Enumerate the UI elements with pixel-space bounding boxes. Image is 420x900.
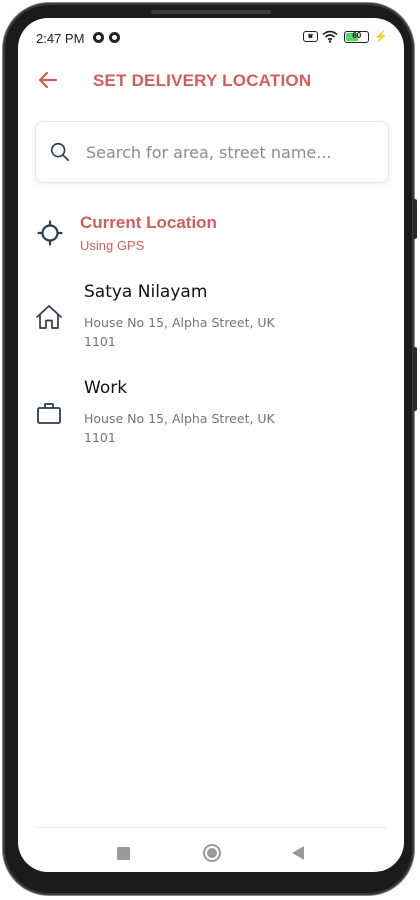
- current-location-option[interactable]: Current Location Using GPS: [35, 212, 389, 256]
- search-icon: [50, 142, 70, 162]
- status-bar: 2:47 PM 60 ⚡: [18, 18, 404, 56]
- system-back-button[interactable]: [292, 846, 304, 860]
- search-input[interactable]: [86, 142, 366, 162]
- charging-icon: ⚡: [374, 31, 388, 43]
- home-button[interactable]: [203, 844, 221, 862]
- home-icon: [36, 305, 62, 329]
- battery-level-text: 60: [352, 30, 362, 40]
- back-arrow-icon[interactable]: [36, 68, 60, 92]
- no-sim-icon: [303, 31, 319, 42]
- crosshair-icon: [37, 220, 63, 246]
- current-location-subtitle: Using GPS: [80, 238, 145, 253]
- status-icons: 60 ⚡: [303, 30, 388, 43]
- phone-frame: 2:47 PM 60 ⚡ SET DELIVERY LOCATION Searc…: [3, 3, 417, 895]
- screen: 2:47 PM 60 ⚡ SET DELIVERY LOCATION Searc…: [18, 18, 404, 872]
- page-title: SET DELIVERY LOCATION: [93, 71, 312, 90]
- nav-divider: [35, 827, 387, 828]
- earpiece-speaker: [151, 10, 271, 14]
- status-time: 2:47 PM: [36, 31, 85, 46]
- briefcase-icon: [37, 403, 61, 424]
- address-name: Satya Nilayam: [84, 282, 208, 302]
- notification-icon: [109, 32, 120, 43]
- wifi-icon: [322, 30, 338, 43]
- power-button: [413, 347, 417, 411]
- volume-button: [413, 199, 417, 239]
- address-line: House No 15, Alpha Street, UK 1101: [84, 411, 275, 445]
- saved-address-item[interactable]: Satya Nilayam House No 15, Alpha Street,…: [35, 280, 389, 354]
- address-line: House No 15, Alpha Street, UK 1101: [84, 315, 275, 349]
- app-bar: SET DELIVERY LOCATION: [18, 56, 404, 106]
- recents-button[interactable]: [117, 847, 130, 860]
- notification-icon: [93, 32, 104, 43]
- search-bar[interactable]: [35, 121, 389, 183]
- address-name: Work: [84, 378, 128, 398]
- saved-address-item[interactable]: Work House No 15, Alpha Street, UK 1101: [35, 376, 389, 450]
- battery-icon: 60: [344, 30, 370, 43]
- current-location-title: Current Location: [80, 213, 217, 232]
